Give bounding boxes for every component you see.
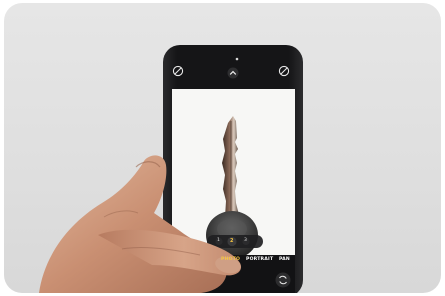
mode-pan[interactable]: PAN bbox=[279, 257, 290, 262]
photo-scene bbox=[39, 45, 303, 293]
mode-selector: PHOTO PORTRAIT PAN bbox=[221, 257, 301, 265]
photo-frame: PHOTO PORTRAIT PAN 1 2 3 bbox=[4, 3, 441, 293]
zoom-option-1[interactable]: 1 bbox=[217, 238, 220, 243]
chevron-up-icon[interactable] bbox=[227, 67, 239, 79]
flip-camera-icon[interactable] bbox=[275, 272, 291, 288]
mode-portrait[interactable]: PORTRAIT bbox=[246, 257, 273, 262]
zoom-labels: 1 2 3 bbox=[207, 235, 263, 248]
zoom-option-2[interactable]: 2 bbox=[230, 238, 233, 244]
zoom-option-3[interactable]: 3 bbox=[244, 238, 247, 243]
mode-photo[interactable]: PHOTO bbox=[221, 257, 240, 262]
indicator-dot bbox=[235, 57, 239, 61]
